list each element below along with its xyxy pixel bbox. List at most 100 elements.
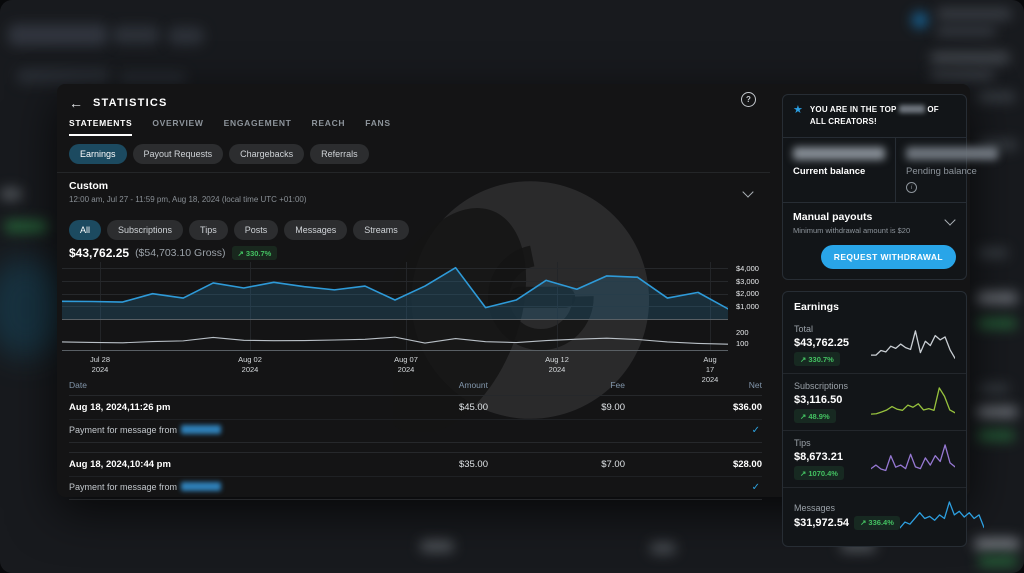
sidebar: ★ YOU ARE IN THE TOP OF ALL CREATORS! Cu… xyxy=(782,94,967,547)
transaction-net: $36.00 xyxy=(625,402,762,413)
total-sparkline xyxy=(871,326,955,364)
tab-overview[interactable]: OVERVIEW xyxy=(152,118,203,136)
tab-statements[interactable]: STATEMENTS xyxy=(69,118,132,136)
manual-payouts-subtitle: Minimum withdrawal amount is $20 xyxy=(793,226,956,235)
redacted-pending-balance xyxy=(906,147,998,160)
change-badge: ↗ 48.9% xyxy=(794,409,836,423)
balance-card: ★ YOU ARE IN THE TOP OF ALL CREATORS! Cu… xyxy=(782,94,967,280)
transaction-fee: $9.00 xyxy=(488,402,625,413)
filter-earnings[interactable]: Earnings xyxy=(69,144,127,164)
column-header-fee: Fee xyxy=(488,380,625,390)
tips-sparkline xyxy=(871,440,955,478)
request-withdrawal-button[interactable]: REQUEST WITHDRAWAL xyxy=(821,245,956,269)
earnings-row-label: Subscriptions xyxy=(794,381,848,391)
y-axis-tick: $4,000 xyxy=(736,264,759,273)
y-axis-tick: 200 xyxy=(736,328,749,337)
category-posts[interactable]: Posts xyxy=(234,220,279,240)
category-messages[interactable]: Messages xyxy=(284,220,347,240)
main-line-plot xyxy=(62,262,728,320)
statement-filter-bar: Earnings Payout Requests Chargebacks Ref… xyxy=(69,144,369,164)
category-filter-bar: All Subscriptions Tips Posts Messages St… xyxy=(69,220,409,240)
pending-balance-label: Pending balance xyxy=(906,166,998,177)
date-range-preset: Custom xyxy=(69,180,736,192)
transaction-description: Payment for message from xyxy=(69,482,177,492)
page-title: STATISTICS xyxy=(93,97,168,109)
statements-panel: ← STATISTICS ? STATEMENTS OVERVIEW ENGAG… xyxy=(57,84,770,497)
change-badge: ↗ 330.7% xyxy=(794,352,840,366)
earnings-card: Earnings Total $43,762.25 ↗ 330.7% Subsc… xyxy=(782,291,967,547)
current-balance-label: Current balance xyxy=(793,166,885,177)
back-icon[interactable]: ← xyxy=(69,96,83,110)
table-row: Aug 18, 2024,10:44 pm $35.00 $7.00 $28.0… xyxy=(69,452,762,500)
earnings-row-value: $8,673.21 xyxy=(794,451,844,463)
statistics-modal: ← STATISTICS ? STATEMENTS OVERVIEW ENGAG… xyxy=(57,84,970,497)
transactions-table: Date Amount Fee Net Aug 18, 2024,11:26 p… xyxy=(69,380,762,509)
pending-balance: Pending balance i xyxy=(896,138,1008,202)
x-axis: Jul 282024 Aug 022024 Aug 072024 Aug 122… xyxy=(62,355,728,375)
earnings-row-total: Total $43,762.25 ↗ 330.7% xyxy=(783,317,966,373)
redacted-username xyxy=(181,482,221,491)
category-tips[interactable]: Tips xyxy=(189,220,228,240)
y-axis-tick: 100 xyxy=(736,339,749,348)
net-earnings-line xyxy=(62,262,728,319)
banner-text-before: YOU ARE IN THE TOP xyxy=(810,105,897,114)
star-icon: ★ xyxy=(793,104,803,117)
redacted-current-balance xyxy=(793,147,885,160)
redacted-top-percent xyxy=(899,105,925,113)
column-header-date: Date xyxy=(69,380,358,390)
filter-payout-requests[interactable]: Payout Requests xyxy=(133,144,224,164)
earnings-row-value: $43,762.25 xyxy=(794,337,849,349)
earnings-row-value: $3,116.50 xyxy=(794,394,848,406)
manual-payouts-title: Manual payouts xyxy=(793,211,956,223)
change-badge: ↗ 336.4% xyxy=(854,516,900,530)
info-glyph: i xyxy=(911,185,912,191)
x-axis-tick: Aug 022024 xyxy=(238,355,262,375)
transaction-date: Aug 18, 2024,10:44 pm xyxy=(69,459,358,470)
subscriptions-sparkline xyxy=(871,383,955,421)
messages-sparkline xyxy=(900,497,984,535)
help-icon[interactable]: ? xyxy=(741,92,756,107)
x-axis-tick: Jul 282024 xyxy=(90,355,110,375)
table-header: Date Amount Fee Net xyxy=(69,380,762,395)
current-balance: Current balance xyxy=(783,138,896,202)
earnings-row-subscriptions: Subscriptions $3,116.50 ↗ 48.9% xyxy=(783,373,966,430)
category-streams[interactable]: Streams xyxy=(353,220,409,240)
x-axis-tick: Aug 122024 xyxy=(545,355,569,375)
column-header-net: Net xyxy=(625,380,762,390)
earnings-chart: $4,000 $3,000 $2,000 $1,000 200 100 Jul … xyxy=(62,262,767,376)
transaction-description: Payment for message from xyxy=(69,425,177,435)
x-axis-tick: Aug 072024 xyxy=(394,355,418,375)
tab-engagement[interactable]: ENGAGEMENT xyxy=(224,118,292,136)
y-axis-tick: $3,000 xyxy=(736,277,759,286)
info-icon[interactable]: i xyxy=(906,182,917,193)
checkmark-icon: ✓ xyxy=(752,482,760,493)
category-subscriptions[interactable]: Subscriptions xyxy=(107,220,183,240)
earnings-row-value: $31,972.54 xyxy=(794,517,849,529)
column-header-amount: Amount xyxy=(358,380,488,390)
y-axis-tick: $2,000 xyxy=(736,289,759,298)
tab-fans[interactable]: FANS xyxy=(365,118,390,136)
change-badge: ↗ 1070.4% xyxy=(794,466,844,480)
chevron-down-icon[interactable] xyxy=(742,186,753,197)
category-all[interactable]: All xyxy=(69,220,101,240)
gross-earnings-total: ($54,703.10 Gross) xyxy=(135,247,225,259)
transaction-net: $28.00 xyxy=(625,459,762,470)
statistics-tab-bar: STATEMENTS OVERVIEW ENGAGEMENT REACH FAN… xyxy=(69,118,391,136)
help-glyph: ? xyxy=(746,95,751,104)
tab-reach[interactable]: REACH xyxy=(312,118,346,136)
divider xyxy=(57,172,770,173)
net-earnings-total: $43,762.25 xyxy=(69,246,129,260)
transaction-date: Aug 18, 2024,11:26 pm xyxy=(69,402,358,413)
earnings-row-tips: Tips $8,673.21 ↗ 1070.4% xyxy=(783,430,966,487)
earnings-row-label: Tips xyxy=(794,438,844,448)
transaction-fee: $7.00 xyxy=(488,459,625,470)
change-badge: ↗ 330.7% xyxy=(232,246,278,260)
filter-referrals[interactable]: Referrals xyxy=(310,144,369,164)
transaction-amount: $35.00 xyxy=(358,459,488,470)
app-window: ← STATISTICS ? STATEMENTS OVERVIEW ENGAG… xyxy=(0,0,1024,573)
filter-chargebacks[interactable]: Chargebacks xyxy=(229,144,304,164)
date-range-selector[interactable]: Custom 12:00 am, Jul 27 - 11:59 pm, Aug … xyxy=(69,180,736,204)
checkmark-icon: ✓ xyxy=(752,425,760,436)
redacted-username xyxy=(181,425,221,434)
table-row: Aug 18, 2024,11:26 pm $45.00 $9.00 $36.0… xyxy=(69,395,762,443)
